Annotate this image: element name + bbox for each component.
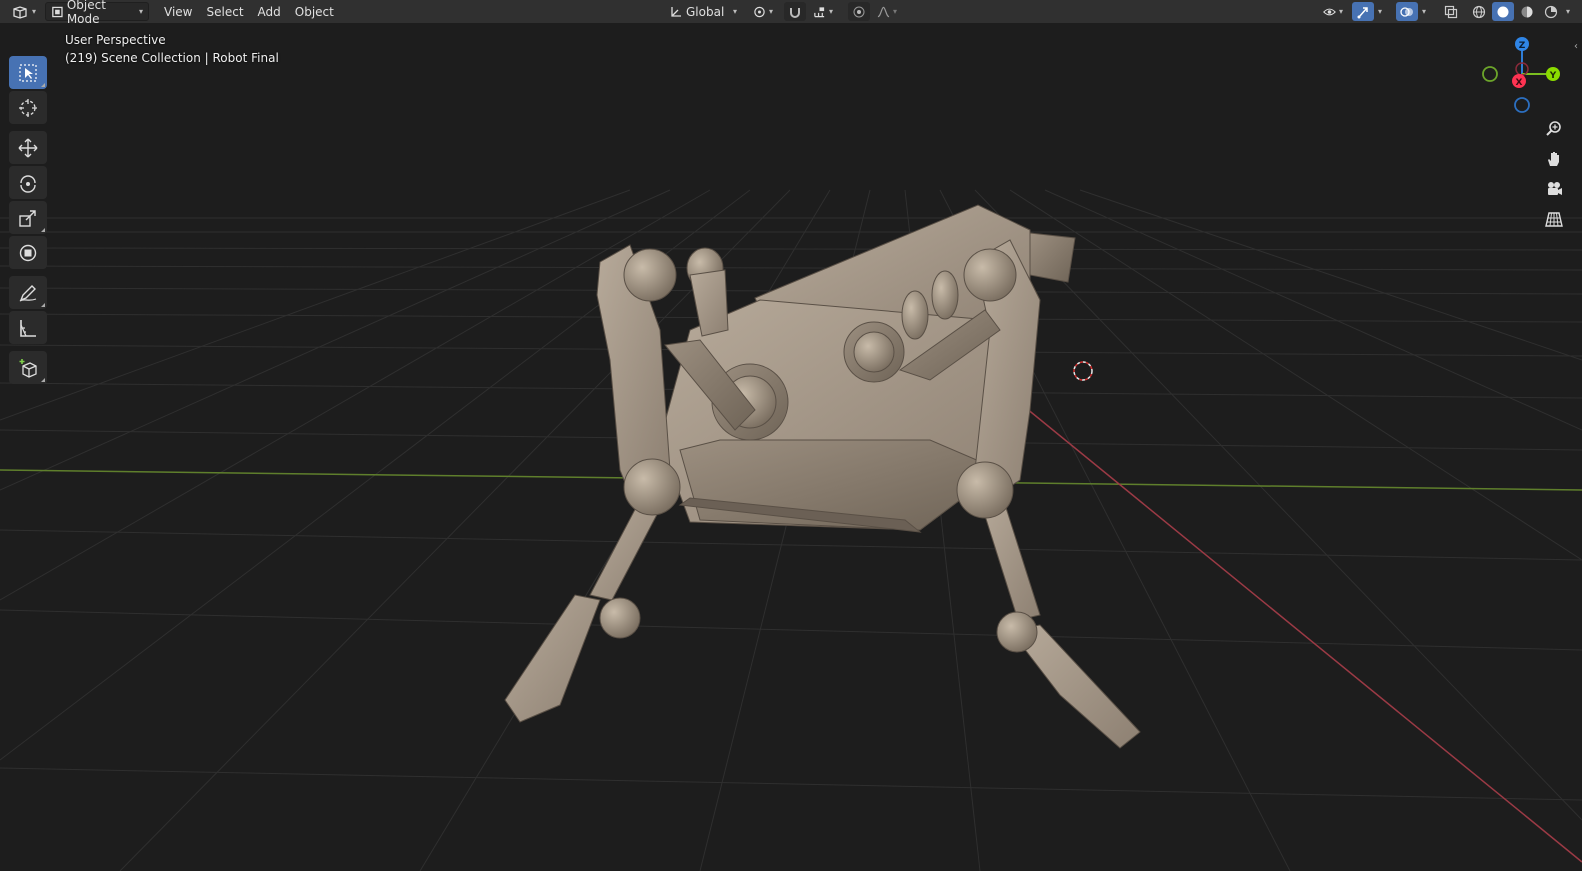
3d-viewport-icon [13, 5, 27, 19]
rendered-sphere-icon [1544, 5, 1558, 18]
scene-info-label: (219) Scene Collection | Robot Final [65, 51, 279, 65]
tool-select-box[interactable] [9, 56, 47, 89]
mode-dropdown[interactable]: Object Mode ▾ [45, 0, 150, 26]
snap-increment-icon [814, 6, 825, 17]
camera-icon [1548, 182, 1562, 195]
tool-annotate[interactable] [9, 276, 47, 309]
move-icon [18, 138, 38, 157]
orientation-label: Global [686, 4, 725, 19]
chevron-down-icon: ▾ [32, 7, 37, 16]
pivot-icon [754, 6, 765, 17]
zoom-button[interactable] [1541, 115, 1567, 143]
gizmo-z-label: Z [1519, 41, 1526, 51]
tool-cursor[interactable] [9, 91, 47, 124]
annotate-pencil-icon [19, 284, 37, 302]
xray-toggle[interactable] [1440, 2, 1462, 21]
navigation-gizmo[interactable]: Z Y X ‹ [1478, 33, 1582, 119]
view-name-label: User Perspective [65, 33, 166, 47]
tool-shelf [9, 56, 47, 386]
tool-scale[interactable] [9, 201, 47, 234]
viewport-scene [0, 189, 1582, 871]
tool-measure[interactable] [9, 311, 47, 344]
transform-orientation-dropdown[interactable]: Global ▾ [664, 2, 742, 21]
grid-perspective-icon [1545, 212, 1563, 227]
proportional-icon [853, 6, 865, 17]
gizmo-toggle[interactable] [1352, 2, 1374, 21]
rendered-shading-button[interactable] [1540, 2, 1562, 21]
overlays-icon [1400, 6, 1414, 17]
chevron-down-icon: ▾ [139, 7, 144, 16]
menu-add[interactable]: Add [251, 5, 288, 19]
orientation-icon [671, 6, 681, 17]
solid-shading-button[interactable] [1492, 2, 1515, 21]
menu-view[interactable]: View [157, 5, 199, 19]
falloff-dropdown[interactable]: ▾ [872, 2, 902, 21]
zoom-icon [1546, 121, 1561, 136]
3d-viewport[interactable]: User Perspective (219) Scene Collection … [0, 23, 1582, 871]
transform-icon [19, 244, 37, 261]
chevron-down-icon: ▾ [828, 7, 833, 16]
tool-move[interactable] [9, 131, 47, 164]
object-mode-icon [52, 6, 63, 17]
tool-transform[interactable] [9, 236, 47, 269]
menu-select[interactable]: Select [200, 5, 251, 19]
ortho-toggle-button[interactable] [1541, 205, 1567, 233]
visibility-dropdown[interactable]: ▾ [1318, 2, 1348, 21]
magnet-icon [790, 7, 800, 18]
chevron-down-icon: ▾ [892, 7, 897, 16]
wireframe-sphere-icon [1472, 5, 1486, 18]
gizmo-collapse-arrow: ‹ [1574, 41, 1578, 52]
snap-target-dropdown[interactable]: ▾ [808, 2, 838, 21]
wireframe-shading-button[interactable] [1468, 2, 1490, 21]
mode-label: Object Mode [66, 0, 106, 26]
solid-sphere-icon [1497, 6, 1509, 17]
chevron-down-icon: ▾ [1338, 7, 1343, 16]
scale-icon [19, 209, 36, 227]
chevron-down-icon[interactable]: ▾ [1422, 7, 1426, 16]
viewport-navigation [1541, 115, 1567, 235]
robot-model [504, 204, 1141, 749]
eye-icon [1323, 8, 1336, 15]
chevron-down-icon[interactable]: ▾ [1566, 7, 1570, 16]
viewport-header: ▾ Object Mode ▾ View Select Add Object G… [0, 0, 1582, 26]
chevron-down-icon[interactable]: ▾ [1378, 7, 1382, 16]
gizmo-icon [1357, 6, 1368, 18]
measure-ruler-icon [20, 319, 36, 337]
material-sphere-icon [1521, 6, 1533, 17]
pivot-point-dropdown[interactable]: ▾ [748, 2, 778, 21]
select-box-icon [19, 63, 37, 82]
snap-toggle[interactable] [784, 2, 806, 21]
x-axis-line [1009, 394, 1582, 863]
gizmo-y-label: Y [1549, 71, 1557, 81]
chevron-down-icon: ▾ [768, 7, 773, 16]
camera-view-button[interactable] [1541, 175, 1567, 203]
cursor-icon [19, 98, 37, 117]
falloff-curve-icon [877, 6, 890, 17]
material-shading-button[interactable] [1516, 2, 1538, 21]
menu-object[interactable]: Object [288, 5, 341, 19]
add-cube-icon [19, 358, 37, 378]
pan-button[interactable] [1541, 145, 1567, 173]
tool-add-cube[interactable] [9, 351, 47, 384]
tool-rotate[interactable] [9, 166, 47, 199]
editor-type-button[interactable]: ▾ [6, 2, 41, 21]
xray-icon [1444, 5, 1458, 18]
proportional-editing-toggle[interactable] [848, 2, 870, 21]
rotate-icon [20, 174, 36, 193]
chevron-down-icon: ▾ [732, 7, 737, 16]
gizmo-x-label: X [1516, 78, 1523, 88]
overlays-toggle[interactable] [1396, 2, 1419, 21]
hand-icon [1548, 152, 1559, 166]
3d-cursor [1073, 361, 1093, 381]
